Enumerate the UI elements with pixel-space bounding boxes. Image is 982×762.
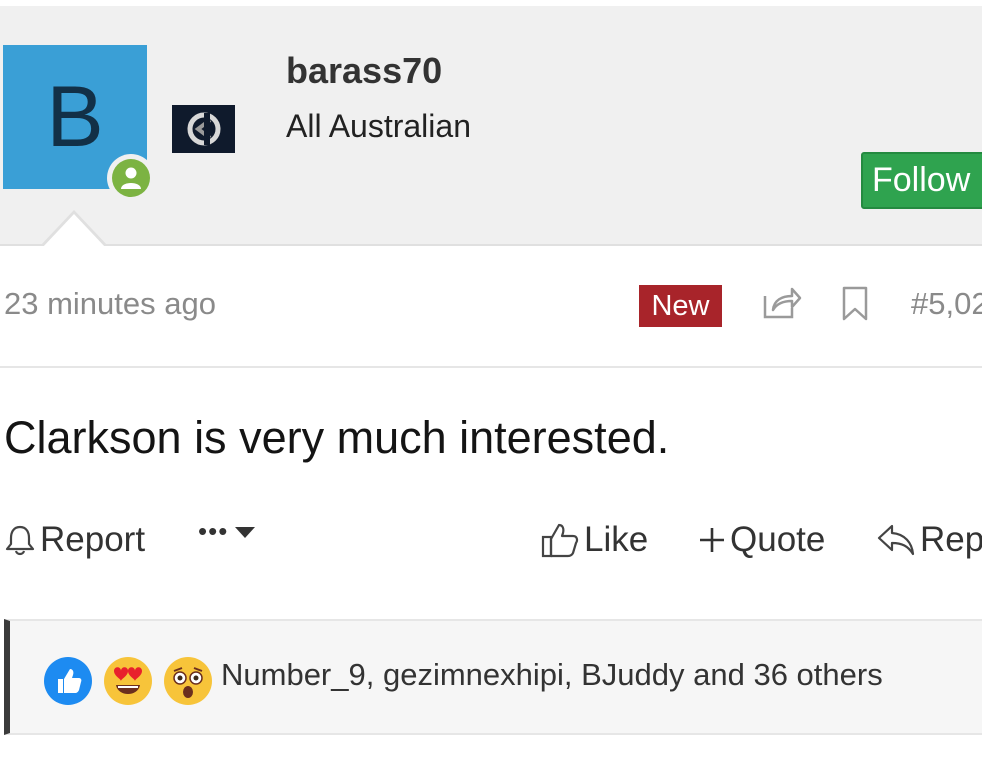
new-badge: New xyxy=(639,285,722,327)
plus-icon xyxy=(700,528,724,552)
report-button[interactable]: Report xyxy=(4,520,145,560)
club-logo-icon xyxy=(172,105,235,153)
user-title: All Australian xyxy=(286,108,471,144)
username[interactable]: barass70 xyxy=(286,50,442,92)
post-timestamp[interactable]: 23 minutes ago xyxy=(4,286,216,322)
more-label: ••• xyxy=(198,516,229,546)
reactions-bar: Number_9, gezimnexhipi, BJuddy and 36 ot… xyxy=(4,619,982,735)
reply-button[interactable]: Rep xyxy=(876,520,982,560)
share-icon[interactable] xyxy=(762,284,802,325)
wow-reaction-icon[interactable] xyxy=(164,657,212,705)
heart-eyes-reaction-icon[interactable] xyxy=(104,657,152,705)
post-message: Clarkson is very much interested. xyxy=(4,412,670,463)
caret-down-icon xyxy=(235,526,256,538)
follow-button[interactable]: Follow xyxy=(861,152,982,209)
quote-button[interactable]: Quote xyxy=(698,520,825,560)
post-number[interactable]: #5,02 xyxy=(911,286,982,322)
report-label: Report xyxy=(40,520,146,559)
thumbs-up-icon xyxy=(541,523,579,558)
reply-arrow-icon xyxy=(877,524,915,556)
avatar-letter: B xyxy=(46,69,104,165)
like-label: Like xyxy=(584,520,649,559)
post-meta: 23 minutes ago New #5,02 xyxy=(0,246,982,368)
bell-icon xyxy=(5,525,35,556)
quote-label: Quote xyxy=(730,520,826,559)
user-header: B barass70 All Australian Follow xyxy=(0,6,982,246)
reply-label: Rep xyxy=(920,520,982,559)
online-status-icon xyxy=(107,154,155,202)
more-options-button[interactable]: ••• xyxy=(198,516,260,547)
bookmark-icon[interactable] xyxy=(841,286,869,327)
post-actions: Report ••• Like Quote Rep xyxy=(0,516,982,574)
like-button[interactable]: Like xyxy=(540,520,648,560)
like-reaction-icon[interactable] xyxy=(44,657,92,705)
reactions-summary[interactable]: Number_9, gezimnexhipi, BJuddy and 36 ot… xyxy=(221,657,883,693)
